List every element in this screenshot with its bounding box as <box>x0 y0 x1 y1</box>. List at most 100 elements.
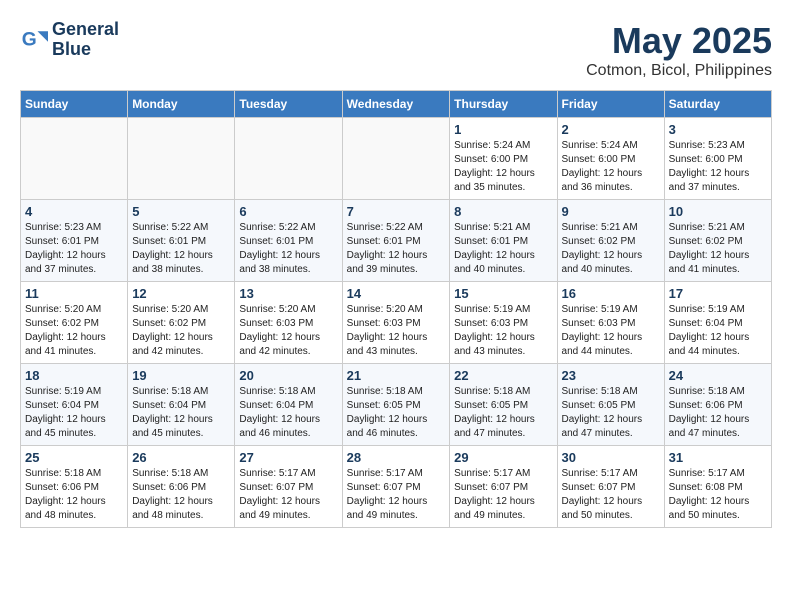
day-number: 8 <box>454 204 552 219</box>
weekday-header-sunday: Sunday <box>21 91 128 118</box>
calendar-cell: 11 Sunrise: 5:20 AM Sunset: 6:02 PM Dayli… <box>21 282 128 364</box>
page-header: G General Blue May 2025 Cotmon, Bicol, P… <box>20 20 772 80</box>
day-number: 26 <box>132 450 230 465</box>
calendar-cell: 24Sunrise: 5:18 AM Sunset: 6:06 PM Dayli… <box>664 364 771 446</box>
day-info: Sunrise: 5:24 AM Sunset: 6:00 PM Dayligh… <box>454 139 552 195</box>
weekday-header-monday: Monday <box>128 91 235 118</box>
logo: G General Blue <box>20 20 119 60</box>
calendar-cell: 25 Sunrise: 5:18 AM Sunset: 6:06 PM Dayli… <box>21 446 128 528</box>
day-number: 25 <box>25 450 123 465</box>
calendar-cell: 12 Sunrise: 5:20 AM Sunset: 6:02 PM Dayli… <box>128 282 235 364</box>
calendar-week-row: 4 Sunrise: 5:23 AM Sunset: 6:01 PM Daylig… <box>21 200 772 282</box>
day-number: 22 <box>454 368 552 383</box>
day-info: Sunrise: 5:18 AM Sunset: 6:04 PM Dayligh… <box>132 385 230 441</box>
day-info: Sunrise: 5:21 AM Sunset: 6:02 PM Dayligh… <box>562 221 660 277</box>
calendar-cell: 1 Sunrise: 5:24 AM Sunset: 6:00 PM Daylig… <box>450 118 557 200</box>
day-info: Sunrise: 5:22 AM Sunset: 6:01 PM Dayligh… <box>347 221 446 277</box>
day-number: 6 <box>239 204 337 219</box>
day-number: 1 <box>454 122 552 137</box>
calendar-cell: 4 Sunrise: 5:23 AM Sunset: 6:01 PM Daylig… <box>21 200 128 282</box>
day-number: 15 <box>454 286 552 301</box>
day-number: 12 <box>132 286 230 301</box>
calendar-cell <box>21 118 128 200</box>
day-number: 19 <box>132 368 230 383</box>
day-info: Sunrise: 5:17 AM Sunset: 6:07 PM Dayligh… <box>562 467 660 523</box>
day-info: Sunrise: 5:24 AM Sunset: 6:00 PM Dayligh… <box>562 139 660 195</box>
day-number: 11 <box>25 286 123 301</box>
day-number: 24 <box>669 368 767 383</box>
day-number: 5 <box>132 204 230 219</box>
day-number: 18 <box>25 368 123 383</box>
day-info: Sunrise: 5:20 AM Sunset: 6:02 PM Dayligh… <box>25 303 123 359</box>
calendar-cell: 31 Sunrise: 5:17 AM Sunset: 6:08 PM Dayli… <box>664 446 771 528</box>
day-info: Sunrise: 5:19 AM Sunset: 6:03 PM Dayligh… <box>454 303 552 359</box>
calendar-cell: 28 Sunrise: 5:17 AM Sunset: 6:07 PM Dayli… <box>342 446 450 528</box>
calendar-table: SundayMondayTuesdayWednesdayThursdayFrid… <box>20 90 772 528</box>
calendar-week-row: 18 Sunrise: 5:19 AM Sunset: 6:04 PM Dayli… <box>21 364 772 446</box>
weekday-header-row: SundayMondayTuesdayWednesdayThursdayFrid… <box>21 91 772 118</box>
day-info: Sunrise: 5:20 AM Sunset: 6:02 PM Dayligh… <box>132 303 230 359</box>
calendar-cell: 19 Sunrise: 5:18 AM Sunset: 6:04 PM Dayli… <box>128 364 235 446</box>
day-number: 13 <box>239 286 337 301</box>
day-number: 3 <box>669 122 767 137</box>
day-info: Sunrise: 5:18 AM Sunset: 6:06 PM Dayligh… <box>132 467 230 523</box>
day-info: Sunrise: 5:18 AM Sunset: 6:05 PM Dayligh… <box>454 385 552 441</box>
calendar-cell: 14Sunrise: 5:20 AM Sunset: 6:03 PM Dayli… <box>342 282 450 364</box>
calendar-cell: 7Sunrise: 5:22 AM Sunset: 6:01 PM Daylig… <box>342 200 450 282</box>
calendar-cell: 3Sunrise: 5:23 AM Sunset: 6:00 PM Daylig… <box>664 118 771 200</box>
logo-icon: G <box>20 26 48 54</box>
weekday-header-tuesday: Tuesday <box>235 91 342 118</box>
calendar-cell: 29Sunrise: 5:17 AM Sunset: 6:07 PM Dayli… <box>450 446 557 528</box>
calendar-cell: 23 Sunrise: 5:18 AM Sunset: 6:05 PM Dayli… <box>557 364 664 446</box>
calendar-cell <box>342 118 450 200</box>
day-info: Sunrise: 5:21 AM Sunset: 6:02 PM Dayligh… <box>669 221 767 277</box>
day-info: Sunrise: 5:18 AM Sunset: 6:05 PM Dayligh… <box>347 385 446 441</box>
day-info: Sunrise: 5:18 AM Sunset: 6:06 PM Dayligh… <box>25 467 123 523</box>
day-info: Sunrise: 5:19 AM Sunset: 6:03 PM Dayligh… <box>562 303 660 359</box>
calendar-cell: 9 Sunrise: 5:21 AM Sunset: 6:02 PM Daylig… <box>557 200 664 282</box>
calendar-cell: 10 Sunrise: 5:21 AM Sunset: 6:02 PM Dayli… <box>664 200 771 282</box>
calendar-cell: 27 Sunrise: 5:17 AM Sunset: 6:07 PM Dayli… <box>235 446 342 528</box>
calendar-week-row: 25 Sunrise: 5:18 AM Sunset: 6:06 PM Dayli… <box>21 446 772 528</box>
calendar-cell: 15 Sunrise: 5:19 AM Sunset: 6:03 PM Dayli… <box>450 282 557 364</box>
day-number: 30 <box>562 450 660 465</box>
calendar-cell: 18 Sunrise: 5:19 AM Sunset: 6:04 PM Dayli… <box>21 364 128 446</box>
calendar-cell <box>128 118 235 200</box>
day-number: 4 <box>25 204 123 219</box>
day-number: 9 <box>562 204 660 219</box>
day-info: Sunrise: 5:21 AM Sunset: 6:01 PM Dayligh… <box>454 221 552 277</box>
calendar-cell <box>235 118 342 200</box>
day-info: Sunrise: 5:17 AM Sunset: 6:08 PM Dayligh… <box>669 467 767 523</box>
day-number: 17 <box>669 286 767 301</box>
calendar-week-row: 11 Sunrise: 5:20 AM Sunset: 6:02 PM Dayli… <box>21 282 772 364</box>
calendar-cell: 13Sunrise: 5:20 AM Sunset: 6:03 PM Dayli… <box>235 282 342 364</box>
day-info: Sunrise: 5:22 AM Sunset: 6:01 PM Dayligh… <box>132 221 230 277</box>
calendar-cell: 30 Sunrise: 5:17 AM Sunset: 6:07 PM Dayli… <box>557 446 664 528</box>
day-info: Sunrise: 5:19 AM Sunset: 6:04 PM Dayligh… <box>25 385 123 441</box>
weekday-header-thursday: Thursday <box>450 91 557 118</box>
day-number: 27 <box>239 450 337 465</box>
day-number: 2 <box>562 122 660 137</box>
calendar-cell: 21 Sunrise: 5:18 AM Sunset: 6:05 PM Dayli… <box>342 364 450 446</box>
day-info: Sunrise: 5:17 AM Sunset: 6:07 PM Dayligh… <box>239 467 337 523</box>
day-info: Sunrise: 5:17 AM Sunset: 6:07 PM Dayligh… <box>347 467 446 523</box>
day-info: Sunrise: 5:19 AM Sunset: 6:04 PM Dayligh… <box>669 303 767 359</box>
logo-text: General Blue <box>52 20 119 60</box>
day-number: 10 <box>669 204 767 219</box>
day-number: 31 <box>669 450 767 465</box>
day-number: 23 <box>562 368 660 383</box>
calendar-cell: 2 Sunrise: 5:24 AM Sunset: 6:00 PM Daylig… <box>557 118 664 200</box>
location-subtitle: Cotmon, Bicol, Philippines <box>586 62 772 80</box>
calendar-cell: 20Sunrise: 5:18 AM Sunset: 6:04 PM Dayli… <box>235 364 342 446</box>
day-info: Sunrise: 5:20 AM Sunset: 6:03 PM Dayligh… <box>347 303 446 359</box>
weekday-header-saturday: Saturday <box>664 91 771 118</box>
calendar-cell: 26 Sunrise: 5:18 AM Sunset: 6:06 PM Dayli… <box>128 446 235 528</box>
title-block: May 2025 Cotmon, Bicol, Philippines <box>586 20 772 80</box>
calendar-cell: 5 Sunrise: 5:22 AM Sunset: 6:01 PM Daylig… <box>128 200 235 282</box>
day-number: 28 <box>347 450 446 465</box>
day-number: 21 <box>347 368 446 383</box>
day-info: Sunrise: 5:23 AM Sunset: 6:01 PM Dayligh… <box>25 221 123 277</box>
weekday-header-wednesday: Wednesday <box>342 91 450 118</box>
day-info: Sunrise: 5:18 AM Sunset: 6:05 PM Dayligh… <box>562 385 660 441</box>
calendar-cell: 17 Sunrise: 5:19 AM Sunset: 6:04 PM Dayli… <box>664 282 771 364</box>
